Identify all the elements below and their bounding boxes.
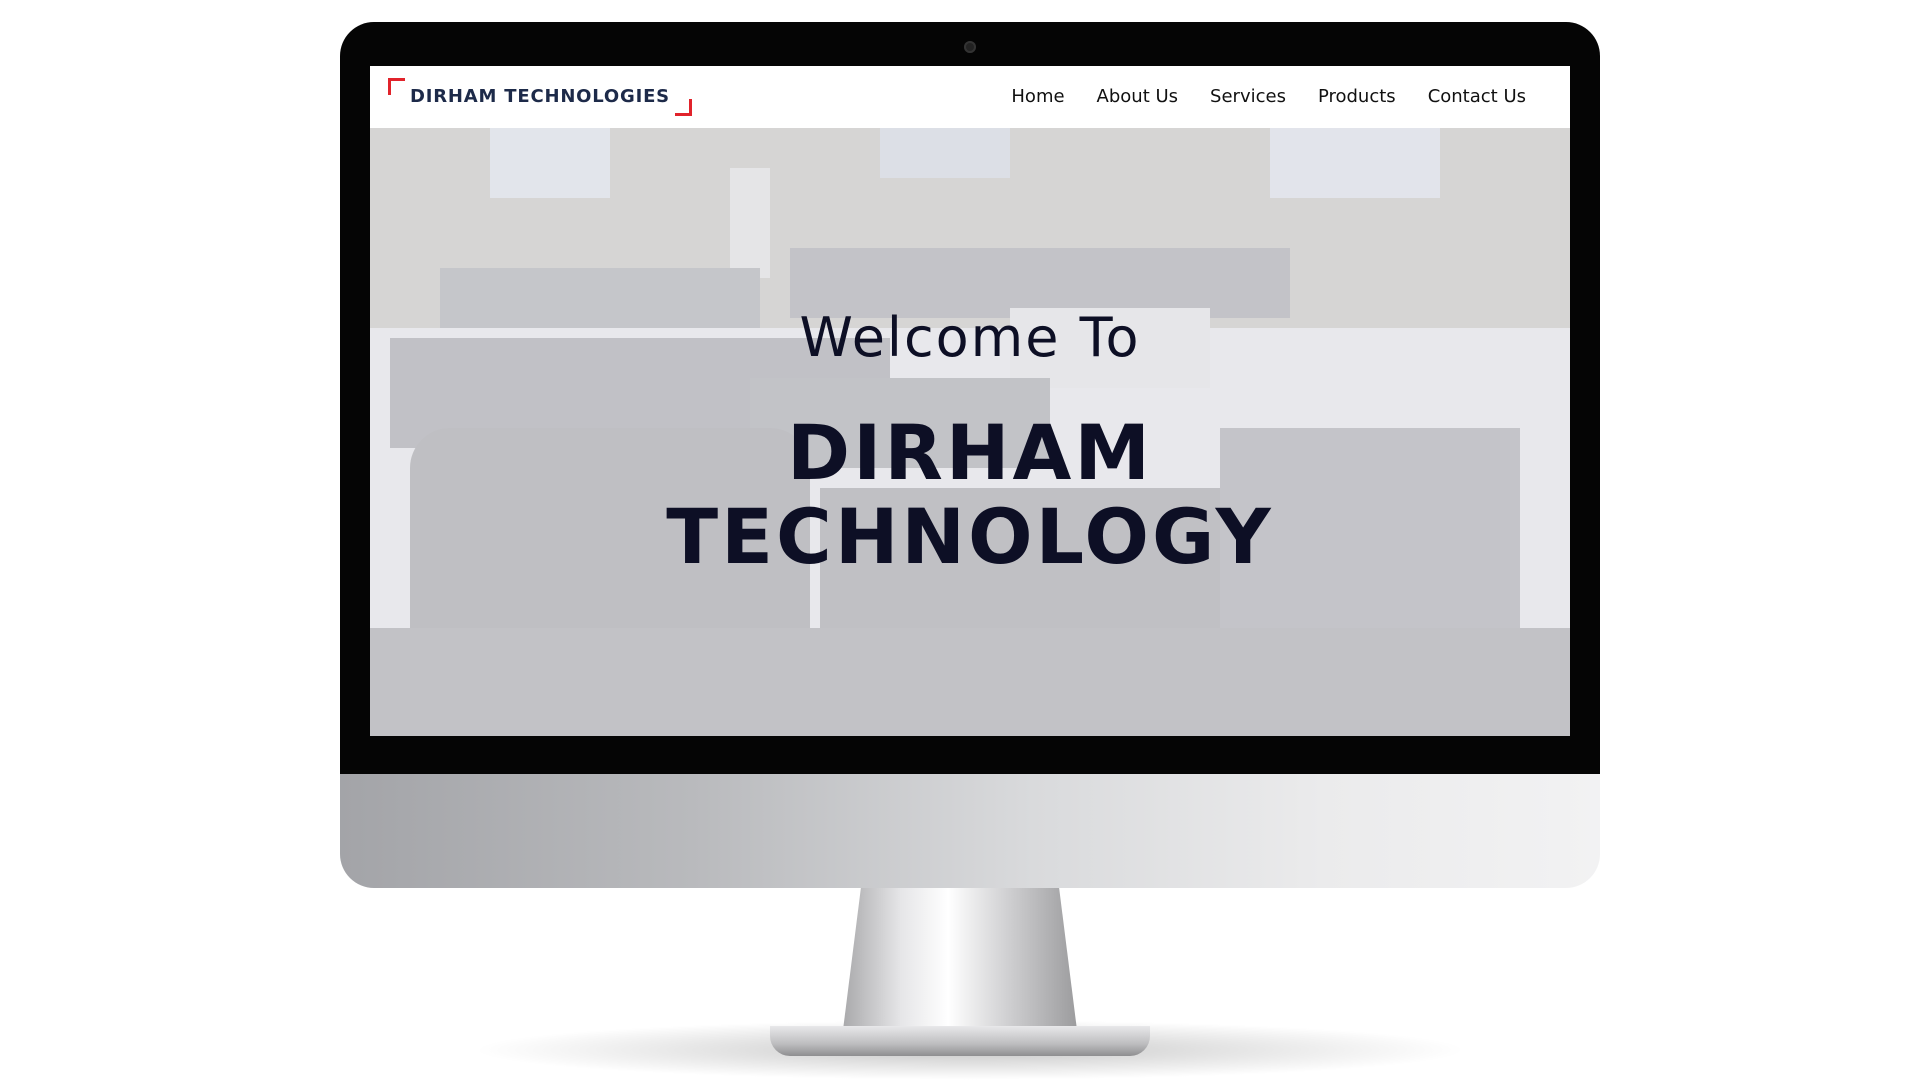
website-screen: DIRHAM TECHNOLOGIES Home About Us Servic… <box>370 66 1570 736</box>
nav-item-services[interactable]: Services <box>1210 86 1286 107</box>
nav-item-contact-us[interactable]: Contact Us <box>1428 86 1526 107</box>
monitor-chin <box>340 774 1600 888</box>
monitor-stand <box>770 888 1150 1068</box>
stand-foot <box>770 1026 1150 1056</box>
hero-title-line-1: DIRHAM <box>787 408 1153 497</box>
logo-bracket-top-left <box>388 78 405 95</box>
logo-text: DIRHAM TECHNOLOGIES <box>410 86 670 107</box>
stand-neck <box>842 888 1078 1038</box>
webcam-icon <box>964 41 976 53</box>
logo-bracket-bottom-right <box>675 99 692 116</box>
hero-welcome-text: Welcome To <box>799 306 1141 369</box>
hero-section: Welcome To DIRHAM TECHNOLOGY <box>370 128 1570 736</box>
hero-text-block: Welcome To DIRHAM TECHNOLOGY <box>370 128 1570 736</box>
site-logo[interactable]: DIRHAM TECHNOLOGIES <box>388 78 692 116</box>
nav-item-products[interactable]: Products <box>1318 86 1396 107</box>
nav-links: Home About Us Services Products Contact … <box>1011 86 1526 107</box>
site-navbar: DIRHAM TECHNOLOGIES Home About Us Servic… <box>370 66 1570 128</box>
imac-monitor: DIRHAM TECHNOLOGIES Home About Us Servic… <box>340 22 1600 888</box>
nav-item-home[interactable]: Home <box>1011 86 1064 107</box>
hero-title-line-2: TECHNOLOGY <box>666 492 1274 581</box>
nav-item-about-us[interactable]: About Us <box>1097 86 1179 107</box>
monitor-bezel: DIRHAM TECHNOLOGIES Home About Us Servic… <box>340 22 1600 774</box>
